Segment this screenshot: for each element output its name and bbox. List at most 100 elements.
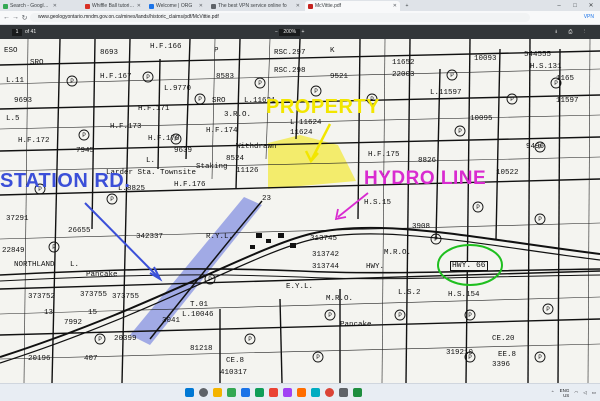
file-explorer-icon[interactable] — [213, 388, 222, 397]
claim-map-document: PPP PPP PPP PPP PPP PPP PPP PPP PPP PP E… — [0, 39, 600, 383]
parcel-label: ESO — [4, 47, 18, 55]
tab-label: Whiffle Ball tutorial - FreeCAD — [92, 3, 135, 9]
parcel-label: 8583 — [216, 73, 235, 81]
zoom-control: − 200% + — [275, 25, 304, 39]
svg-text:P: P — [538, 216, 542, 223]
tab-label: Welcome | ORG — [156, 3, 193, 9]
tab-favicon-icon — [149, 3, 154, 9]
zoom-in-button[interactable]: + — [300, 29, 304, 35]
parcel-label: 9693 — [14, 97, 33, 105]
svg-text:P: P — [434, 236, 438, 243]
parcel-label: 7945 — [76, 147, 95, 155]
parcel-label: CE.20 — [492, 335, 515, 343]
parcel-label: NORTHLAND — [14, 261, 55, 269]
parcel-label: 8826 — [418, 157, 437, 165]
parcel-label: H.F.172 — [18, 137, 50, 145]
parcel-label: 410317 — [220, 369, 248, 377]
parcel-label: 11597 — [556, 97, 579, 105]
parcel-label: 3041 — [162, 317, 181, 325]
edge-icon[interactable] — [255, 388, 264, 397]
parcel-label: 22849 — [2, 247, 25, 255]
close-window-button[interactable]: ✕ — [584, 0, 598, 11]
tab-vpn[interactable]: The best VPN service online fo ✕ — [208, 1, 303, 11]
parcel-label: SRO — [212, 97, 226, 105]
maximize-button[interactable]: □ — [568, 0, 582, 11]
parcel-label: 313742 — [312, 251, 340, 259]
app-icon[interactable] — [269, 388, 278, 397]
svg-text:P: P — [258, 80, 262, 87]
parcel-label: 9521 — [330, 73, 349, 81]
parcel-label: H.F.176 — [174, 181, 206, 189]
close-tab-icon[interactable]: ✕ — [199, 3, 203, 9]
parcel-label: H.F.166 — [150, 43, 182, 51]
tab-org[interactable]: Welcome | ORG ✕ — [146, 1, 206, 11]
language-indicator[interactable]: ENG US — [560, 388, 570, 398]
parcel-label: 3.R.O. — [224, 111, 252, 119]
parcel-label: E.Y.L. — [286, 283, 314, 291]
parcel-label: R.Y.L. — [206, 233, 234, 241]
new-tab-button[interactable]: + — [402, 1, 412, 11]
parcel-label: HWY. — [366, 263, 385, 271]
tab-mcvittie-pdf[interactable]: McVittie.pdf ✕ — [305, 1, 400, 11]
app-icon-5[interactable] — [339, 388, 348, 397]
parcel-label: 15 — [88, 309, 98, 317]
parcel-label: L. — [146, 157, 156, 165]
mail-icon[interactable] — [241, 388, 250, 397]
pdf-toolbar: 1 of 41 − 200% + ⭳ ⎙ ⋮ — [0, 25, 600, 39]
tab-favicon-icon — [85, 3, 90, 9]
chrome-icon[interactable] — [325, 388, 334, 397]
parcel-label: H.S.131 — [530, 63, 562, 71]
browser-icon[interactable] — [227, 388, 236, 397]
tab-bar: Search - Google Profiles ✕ Whiffle Ball … — [0, 0, 600, 11]
app-icon-3[interactable] — [297, 388, 306, 397]
parcel-label: 11652 — [392, 59, 415, 67]
url-input[interactable]: www.geologyontario.mndm.gov.on.ca/mines/… — [30, 13, 530, 22]
parcel-label: M.R.O. — [384, 249, 412, 257]
search-icon[interactable] — [199, 388, 208, 397]
chevron-up-icon[interactable]: ⌃ — [551, 390, 555, 396]
svg-text:P: P — [538, 354, 542, 361]
close-tab-icon[interactable]: ✕ — [53, 3, 57, 9]
parcel-label: Withdrawn — [236, 143, 277, 151]
tab-google-profiles[interactable]: Search - Google Profiles ✕ — [0, 1, 60, 11]
svg-text:P: P — [316, 354, 320, 361]
app-icon-6[interactable] — [353, 388, 362, 397]
svg-text:P: P — [198, 96, 202, 103]
parcel-label: L.11597 — [430, 89, 462, 97]
svg-text:P: P — [314, 88, 318, 95]
page-number-input[interactable]: 1 — [12, 29, 22, 36]
close-tab-icon[interactable]: ✕ — [137, 3, 141, 9]
volume-icon[interactable]: ◁ — [583, 390, 586, 396]
parcel-label: H.F.174 — [206, 127, 238, 135]
pdf-tools[interactable]: ⭳ ⎙ ⋮ — [555, 25, 590, 39]
battery-icon[interactable]: ▭ — [592, 390, 596, 396]
svg-text:P: P — [82, 132, 86, 139]
parcel-label: K — [330, 47, 335, 55]
wifi-icon[interactable]: ◠ — [574, 390, 578, 396]
app-icon-4[interactable] — [311, 388, 320, 397]
parcel-label: 7992 — [64, 319, 83, 327]
parcel-label: H.F.170 — [148, 135, 180, 143]
parcel-label: Pancake — [340, 321, 372, 329]
app-icon-2[interactable] — [283, 388, 292, 397]
parcel-label: L. — [70, 261, 80, 269]
parcel-label: 544555 — [524, 51, 552, 59]
tab-favicon-icon — [211, 3, 216, 9]
windows-start-icon[interactable] — [185, 388, 194, 397]
parcel-label: 20399 — [114, 335, 137, 343]
forward-button[interactable]: → — [11, 13, 20, 22]
close-tab-icon[interactable]: ✕ — [296, 3, 300, 9]
parcel-label: H.S.15 — [364, 199, 392, 207]
parcel-label: 37291 — [6, 215, 29, 223]
parcel-label: H.F.167 — [100, 73, 132, 81]
close-tab-icon[interactable]: ✕ — [393, 3, 397, 9]
parcel-label: L.5 — [6, 115, 20, 123]
hwy-66-label: HWY. 66 — [450, 261, 488, 271]
svg-text:P: P — [52, 244, 56, 251]
reload-button[interactable]: ↻ — [20, 13, 29, 22]
tab-freecad[interactable]: Whiffle Ball tutorial - FreeCAD ✕ — [82, 1, 144, 11]
back-button[interactable]: ← — [2, 13, 11, 22]
zoom-level-input[interactable]: 200% — [279, 29, 301, 36]
vpn-badge[interactable]: VPN — [584, 13, 594, 22]
minimize-button[interactable]: – — [552, 0, 566, 11]
